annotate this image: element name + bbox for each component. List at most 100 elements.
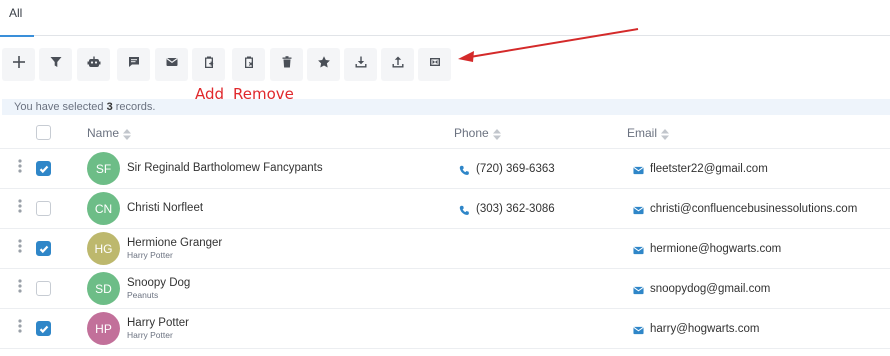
email-cell[interactable]: christi@confluencebusinessolutions.com (633, 189, 857, 228)
email-button[interactable] (155, 48, 188, 81)
delete-button[interactable] (270, 48, 303, 81)
avatar-initials: SD (95, 281, 112, 296)
avatar: SF (87, 152, 120, 185)
robot-icon (87, 55, 101, 74)
import-button[interactable] (344, 48, 377, 81)
phone-number[interactable]: (720) 369-6363 (476, 163, 555, 175)
table-row[interactable]: HP Harry Potter Harry Potter harry@hogwa… (0, 309, 890, 349)
avatar-initials: HG (94, 241, 113, 256)
phone-number[interactable]: (303) 362-3086 (476, 203, 555, 215)
table-header: Name Phone Email (0, 117, 890, 149)
row-actions-menu[interactable] (14, 189, 26, 228)
remove-from-list-button[interactable] (232, 48, 265, 81)
contact-name[interactable]: Snoopy Dog (127, 277, 190, 290)
phone-column-header[interactable]: Phone (454, 117, 501, 148)
avatar-initials: HP (95, 321, 112, 336)
clipboard-add-icon (202, 55, 216, 74)
filter-button[interactable] (39, 48, 72, 81)
merge-button[interactable] (418, 48, 451, 81)
add-to-list-button[interactable] (192, 48, 225, 81)
email-cell[interactable]: hermione@hogwarts.com (633, 229, 781, 268)
trash-icon (280, 55, 294, 74)
avatar-initials: CN (94, 201, 113, 216)
sort-icon (492, 127, 501, 140)
email-address[interactable]: snoopydog@gmail.com (650, 283, 770, 295)
row-checkbox[interactable] (36, 161, 51, 176)
row-actions-menu[interactable] (14, 229, 26, 268)
mail-icon (165, 55, 179, 74)
phone-cell[interactable]: (720) 369-6363 (459, 149, 555, 188)
email-address[interactable]: fleetster22@gmail.com (650, 163, 768, 175)
phone-icon (459, 163, 470, 175)
table-row[interactable]: SF Sir Reginald Bartholomew Fancypants (… (0, 149, 890, 189)
email-address[interactable]: christi@confluencebusinessolutions.com (650, 203, 857, 215)
tab-bar: All (0, 0, 890, 37)
row-select-cell (36, 149, 51, 188)
contact-name-cell[interactable]: Snoopy Dog Peanuts (127, 269, 190, 308)
email-address[interactable]: hermione@hogwarts.com (650, 243, 781, 255)
contact-subtitle: Harry Potter (127, 330, 173, 340)
clipboard-remove-icon (242, 55, 256, 74)
add-record-button[interactable] (2, 48, 35, 81)
table-row[interactable]: CN Christi Norfleet (303) 362-3086 chris… (0, 189, 890, 229)
tab-all[interactable]: All (0, 0, 34, 37)
phone-icon (459, 203, 470, 215)
email-header-label: Email (627, 125, 658, 140)
phone-header-label: Phone (454, 125, 489, 140)
message-button[interactable] (117, 48, 150, 81)
favorite-button[interactable] (307, 48, 340, 81)
name-header-label: Name (87, 125, 120, 140)
upload-icon (391, 55, 405, 74)
contact-name-cell[interactable]: Harry Potter Harry Potter (127, 309, 189, 348)
avatar: SD (87, 272, 120, 305)
plus-icon (12, 55, 26, 74)
row-checkbox[interactable] (36, 281, 51, 296)
sort-icon (123, 127, 132, 140)
name-column-header[interactable]: Name (87, 117, 132, 148)
mail-icon (633, 283, 644, 295)
email-cell[interactable]: harry@hogwarts.com (633, 309, 759, 348)
contact-name[interactable]: Harry Potter (127, 317, 189, 330)
sort-icon (661, 127, 670, 140)
selection-suffix: records. (112, 101, 156, 113)
avatar-cell: SF (87, 149, 120, 188)
avatar: HG (87, 232, 120, 265)
email-column-header[interactable]: Email (627, 117, 670, 148)
email-cell[interactable]: snoopydog@gmail.com (633, 269, 770, 308)
filter-icon (49, 55, 63, 74)
row-actions-menu[interactable] (14, 269, 26, 308)
mail-icon (633, 243, 644, 255)
export-button[interactable] (381, 48, 414, 81)
email-address[interactable]: harry@hogwarts.com (650, 323, 759, 335)
avatar-cell: HP (87, 309, 120, 348)
merge-icon (428, 55, 442, 74)
contact-name[interactable]: Sir Reginald Bartholomew Fancypants (127, 162, 323, 175)
contact-name[interactable]: Christi Norfleet (127, 202, 203, 215)
row-select-cell (36, 229, 51, 268)
kebab-menu-icon (18, 198, 22, 219)
avatar-cell: SD (87, 269, 120, 308)
select-all-checkbox[interactable] (36, 125, 51, 140)
contact-name-cell[interactable]: Sir Reginald Bartholomew Fancypants (127, 149, 323, 188)
avatar: HP (87, 312, 120, 345)
avatar-initials: SF (95, 161, 112, 176)
table-row[interactable]: HG Hermione Granger Harry Potter hermion… (0, 229, 890, 269)
avatar: CN (87, 192, 120, 225)
contact-name-cell[interactable]: Hermione Granger Harry Potter (127, 229, 222, 268)
row-actions-menu[interactable] (14, 309, 26, 348)
row-checkbox[interactable] (36, 201, 51, 216)
chat-icon (127, 55, 141, 74)
email-cell[interactable]: fleetster22@gmail.com (633, 149, 768, 188)
automation-button[interactable] (77, 48, 110, 81)
phone-cell[interactable]: (303) 362-3086 (459, 189, 555, 228)
mail-icon (633, 323, 644, 335)
row-checkbox[interactable] (36, 321, 51, 336)
row-actions-menu[interactable] (14, 149, 26, 188)
mail-icon (633, 203, 644, 215)
table-row[interactable]: SD Snoopy Dog Peanuts snoopydog@gmail.co… (0, 269, 890, 309)
row-checkbox[interactable] (36, 241, 51, 256)
active-tab-indicator (0, 35, 34, 37)
contact-name[interactable]: Hermione Granger (127, 237, 222, 250)
contact-name-cell[interactable]: Christi Norfleet (127, 189, 203, 228)
star-icon (317, 55, 331, 74)
